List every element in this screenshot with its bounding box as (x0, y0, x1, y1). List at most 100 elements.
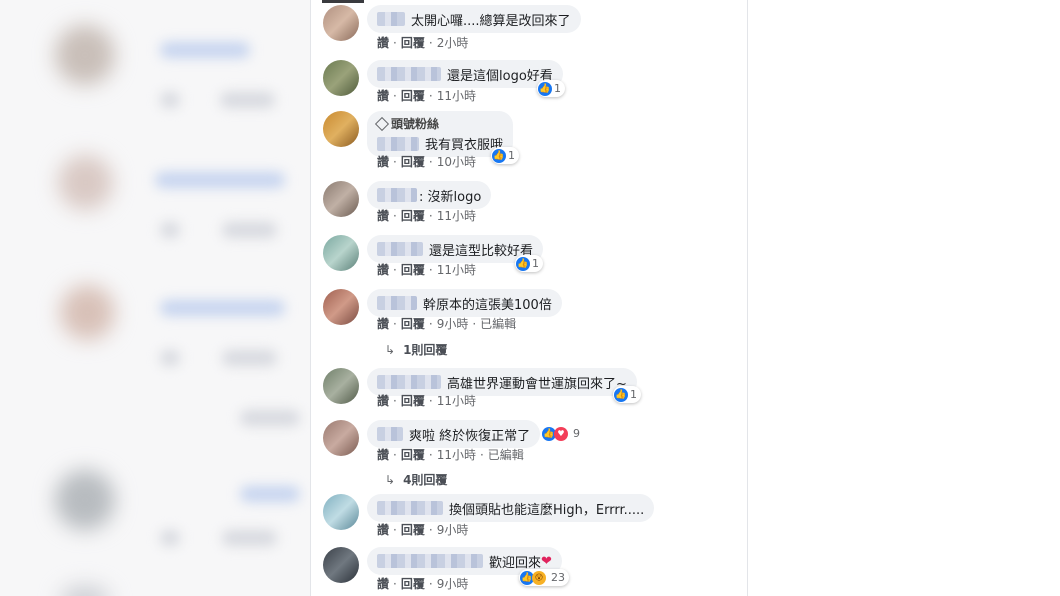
reply-link[interactable]: 回覆 (401, 523, 425, 537)
edited-label[interactable]: 已編輯 (488, 448, 524, 462)
commenter-name[interactable] (377, 242, 423, 256)
reply-link[interactable]: 回覆 (401, 577, 425, 591)
reply-link[interactable]: 回覆 (401, 448, 425, 462)
reply-link[interactable]: 回覆 (401, 209, 425, 223)
comment-text: 還是這個logo好看 (447, 68, 553, 84)
like-link[interactable]: 讚 (377, 448, 389, 462)
timestamp[interactable]: 2小時 (437, 36, 469, 50)
comment-text: 幹原本的這張美100倍 (423, 297, 552, 313)
comment-bubble: 還是這個logo好看 (367, 60, 563, 88)
reactions-count[interactable]: 👍 1 (613, 386, 641, 403)
blurred-bar (160, 92, 180, 108)
commenter-name[interactable] (377, 427, 403, 441)
like-link[interactable]: 讚 (377, 36, 389, 50)
like-link[interactable]: 讚 (377, 209, 389, 223)
comment-bubble: 太開心囉....總算是改回來了 (367, 5, 581, 33)
avatar[interactable] (323, 60, 359, 96)
avatar[interactable] (323, 368, 359, 404)
timestamp[interactable]: 9小時 (437, 317, 469, 331)
top-fan-badge[interactable]: 頭號粉絲 (374, 115, 439, 132)
reply-link[interactable]: 回覆 (401, 36, 425, 50)
like-link[interactable]: 讚 (377, 577, 389, 591)
like-link[interactable]: 讚 (377, 155, 389, 169)
avatar[interactable] (323, 289, 359, 325)
timestamp[interactable]: 11小時 (437, 448, 476, 462)
reactions-count[interactable]: 👍 1 (515, 255, 543, 272)
reply-link[interactable]: 回覆 (401, 89, 425, 103)
blurred-bar (160, 300, 285, 316)
like-link[interactable]: 讚 (377, 523, 389, 537)
like-link[interactable]: 讚 (377, 317, 389, 331)
comment-actions: 讚 · 回覆 · 11小時 · 已編輯 (377, 448, 524, 462)
commenter-name[interactable] (377, 296, 417, 310)
commenter-name[interactable] (377, 12, 405, 26)
blurred-bar (220, 92, 275, 108)
edited-label[interactable]: 已編輯 (480, 317, 516, 331)
timestamp[interactable]: 11小時 (437, 89, 476, 103)
comment-actions: 讚 · 回覆 · 11小時 (377, 263, 476, 277)
timestamp[interactable]: 11小時 (437, 209, 476, 223)
comment-text: 高雄世界運動會世運旗回來了~ (447, 376, 627, 392)
right-margin (746, 0, 1060, 596)
reply-link[interactable]: 回覆 (401, 263, 425, 277)
avatar[interactable] (323, 111, 359, 147)
comment-text: 歡迎回來 (489, 555, 542, 571)
blurred-bar (222, 222, 277, 238)
avatar[interactable] (323, 494, 359, 530)
reply-arrow-icon: ↳ (385, 473, 396, 487)
blurred-bar (155, 172, 285, 188)
like-link[interactable]: 讚 (377, 394, 389, 408)
reactions-count[interactable]: 👍 ♥ 9 (541, 425, 584, 442)
reactions-count[interactable]: 👍 😮 23 (519, 569, 569, 586)
avatar[interactable] (323, 5, 359, 41)
commenter-name[interactable] (377, 188, 417, 202)
comment-actions: 讚 · 回覆 · 11小時 (377, 394, 476, 408)
timestamp[interactable]: 11小時 (437, 263, 476, 277)
reply-link[interactable]: 回覆 (401, 317, 425, 331)
like-link[interactable]: 讚 (377, 89, 389, 103)
view-replies-link[interactable]: ↳ 4則回覆 (385, 471, 447, 488)
timestamp[interactable]: 10小時 (437, 155, 476, 169)
timestamp[interactable]: 9小時 (437, 523, 469, 537)
reactions-count[interactable]: 👍 1 (537, 80, 565, 97)
commenter-name[interactable] (377, 67, 441, 81)
reply-link[interactable]: 回覆 (401, 155, 425, 169)
reactions-count[interactable]: 👍 1 (491, 147, 519, 164)
comments-panel: 太開心囉....總算是改回來了 讚 · 回覆 · 2小時 還是這個logo好看 👍 1 讚… (310, 0, 748, 596)
like-link[interactable]: 讚 (377, 263, 389, 277)
timestamp[interactable]: 9小時 (437, 577, 469, 591)
blurred-avatar (60, 285, 115, 340)
comment-text: 換個頭貼也能這麼High，Errrr..... (449, 502, 645, 518)
top-divider (322, 0, 364, 3)
reply-link[interactable]: 回覆 (401, 394, 425, 408)
blurred-bar (160, 530, 180, 546)
comment-actions: 讚 · 回覆 · 10小時 (377, 155, 476, 169)
commenter-name[interactable] (377, 136, 419, 151)
commenter-name[interactable] (377, 501, 443, 515)
blurred-avatar (60, 585, 110, 596)
timestamp[interactable]: 11小時 (437, 394, 476, 408)
commenter-name[interactable] (377, 554, 483, 568)
like-icon: 👍 (538, 81, 552, 96)
blurred-avatar (55, 470, 115, 530)
comment-actions: 讚 · 回覆 · 2小時 (377, 36, 469, 50)
view-replies-link[interactable]: ↳ 1則回覆 (385, 341, 447, 358)
avatar[interactable] (323, 181, 359, 217)
comment-bubble: 爽啦 終於恢復正常了 (367, 420, 541, 448)
avatar[interactable] (323, 420, 359, 456)
comment-actions: 讚 · 回覆 · 9小時 (377, 577, 469, 591)
blurred-avatar (55, 25, 115, 85)
comment-text: : 沒新logo (419, 189, 482, 205)
diamond-badge-icon (374, 116, 390, 131)
comment-bubble: 幹原本的這張美100倍 (367, 289, 562, 317)
blurred-bar (160, 42, 250, 58)
commenter-name[interactable] (377, 375, 441, 389)
comment-text: 太開心囉....總算是改回來了 (411, 13, 571, 29)
blurred-avatar (58, 155, 113, 210)
avatar[interactable] (323, 235, 359, 271)
comment-text: 爽啦 終於恢復正常了 (409, 428, 531, 444)
avatar[interactable] (323, 547, 359, 583)
comment-actions: 讚 · 回覆 · 9小時 (377, 523, 469, 537)
blurred-bar (160, 222, 180, 238)
blurred-bar (222, 350, 277, 366)
